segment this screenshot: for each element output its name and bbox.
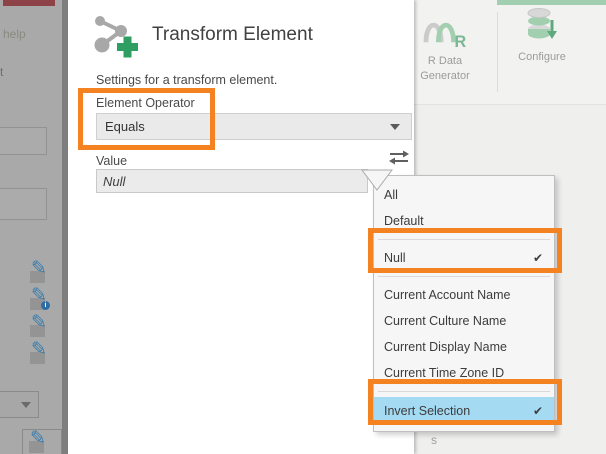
dimmed-field (0, 188, 47, 220)
menu-separator (378, 276, 550, 277)
ribbon-label-line1: R Data (427, 55, 463, 67)
ribbon-group-separator (497, 12, 498, 92)
ribbon-group-r-data-generator[interactable]: R R Data Generator (406, 8, 484, 83)
menu-item-current-culture-name[interactable]: Current Culture Name (374, 308, 554, 334)
value-input[interactable] (96, 169, 368, 193)
dimmed-app-overlay: help t ✎ ✎ i ✎ ✎ ✎ (0, 0, 62, 454)
chevron-down-icon (390, 124, 400, 130)
ribbon-label-configure: Configure (518, 51, 566, 63)
element-operator-value: Equals (105, 119, 145, 134)
svg-text:R: R (455, 33, 467, 48)
checkmark-icon: ✔ (532, 251, 543, 265)
menu-item-current-display-name[interactable]: Current Display Name (374, 334, 554, 360)
dimmed-dropdown (0, 391, 39, 418)
obscured-text-fragment: s (431, 433, 437, 447)
menu-separator (378, 239, 550, 240)
ribbon-group-configure[interactable]: Configure (503, 8, 581, 64)
active-tab-accent-bar (497, 0, 606, 5)
menu-item-current-account-name[interactable]: Current Account Name (374, 282, 554, 308)
edit-pencil-icon: ✎ (30, 339, 54, 364)
dialog-subtitle: Settings for a transform element. (96, 73, 278, 87)
edit-pencil-info-icon: ✎ i (30, 285, 54, 310)
dimmed-titlebar-fragment (3, 0, 55, 6)
edit-pencil-icon: ✎ (30, 258, 54, 283)
chevron-down-icon (21, 402, 31, 408)
swap-values-icon[interactable] (388, 149, 410, 167)
transform-element-dialog: Transform Element Settings for a transfo… (68, 0, 414, 454)
menu-item-current-time-zone-id[interactable]: Current Time Zone ID (374, 360, 554, 386)
value-options-menu: All Default Null ✔ Current Account Name C… (373, 175, 555, 432)
element-operator-select[interactable]: Equals (96, 113, 412, 140)
edit-pencil-icon: ✎ (29, 428, 53, 453)
r-data-generator-icon: R (423, 22, 467, 51)
menu-separator (378, 391, 550, 392)
configure-database-icon (527, 8, 557, 39)
dimmed-field (0, 127, 47, 155)
menu-item-invert-selection[interactable]: Invert Selection ✔ (374, 397, 554, 425)
menu-item-default[interactable]: Default (374, 208, 554, 234)
edit-pencil-icon: ✎ (30, 312, 54, 337)
dimmed-edit-button: ✎ (22, 428, 62, 454)
menu-item-all[interactable]: All (374, 182, 554, 208)
element-operator-label: Element Operator (96, 96, 195, 110)
dimmed-help-menu-label: help (3, 27, 26, 41)
screen: R R Data Generator Configure s help t ✎ … (0, 0, 606, 454)
menu-pointer-triangle (361, 169, 393, 191)
ribbon-label-line2: Generator (420, 70, 470, 82)
menu-item-null[interactable]: Null ✔ (374, 245, 554, 271)
checkmark-icon: ✔ (532, 404, 543, 418)
dialog-title: Transform Element (152, 24, 313, 45)
value-label: Value (96, 154, 128, 168)
dimmed-text-fragment: t (0, 65, 4, 79)
transform-element-icon (94, 16, 138, 58)
